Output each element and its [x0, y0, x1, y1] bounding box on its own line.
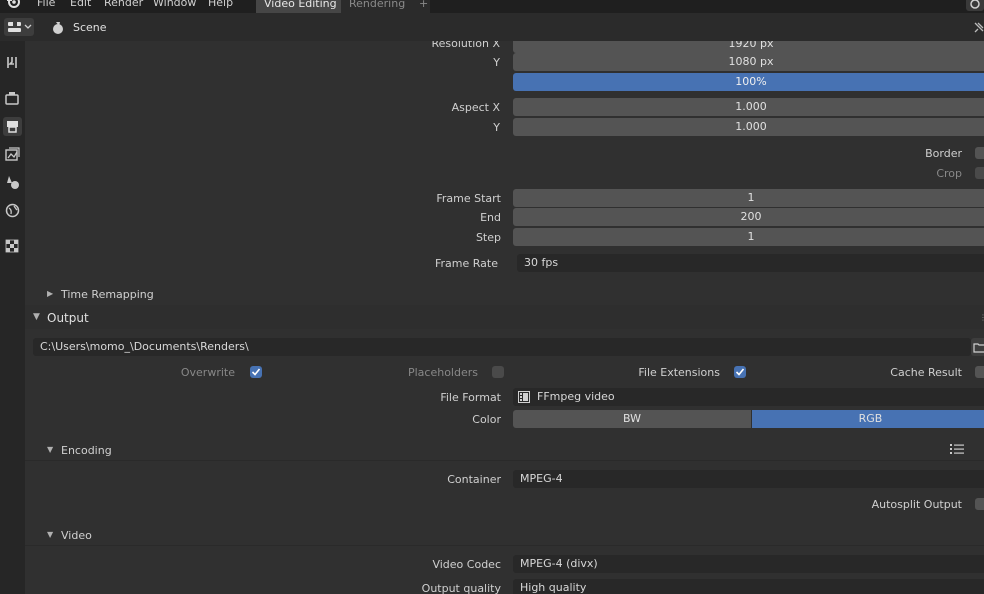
placeholders-checkbox[interactable]	[492, 366, 504, 378]
file-extensions-checkbox[interactable]	[734, 366, 746, 378]
frame-rate-value: 30 fps	[524, 256, 559, 269]
frame-start-label: Frame Start	[436, 192, 501, 205]
tool-tab-icon[interactable]	[3, 53, 22, 72]
presets-list-icon[interactable]	[949, 441, 965, 457]
video-expand-icon[interactable]: ▼	[47, 530, 53, 539]
aspect-y-field[interactable]: 1.000	[513, 118, 984, 136]
resolution-x-label: Resolution X	[431, 41, 500, 50]
menu-render[interactable]: Render	[104, 0, 143, 9]
overwrite-label: Overwrite	[180, 366, 235, 379]
border-label: Border	[925, 147, 962, 160]
container-value: MPEG-4	[520, 472, 563, 485]
output-tab-icon[interactable]	[3, 117, 22, 136]
encoding-expand-icon[interactable]: ▼	[47, 445, 53, 454]
scene-selector-icon[interactable]	[966, 0, 984, 11]
output-panel-header[interactable]: ▼ Output ⋮	[25, 305, 984, 329]
world-tab-icon[interactable]	[3, 201, 22, 220]
autosplit-checkbox[interactable]	[975, 498, 984, 510]
drag-handle-icon[interactable]: ⋮	[979, 313, 984, 322]
top-menu-bar: File Edit Render Window Help Video Editi…	[0, 0, 984, 13]
menu-window[interactable]: Window	[153, 0, 196, 9]
view-layer-tab-icon[interactable]	[3, 145, 22, 164]
color-rgb-button[interactable]: RGB	[752, 410, 984, 428]
video-codec-value: MPEG-4 (divx)	[520, 557, 598, 570]
tab-video-editing[interactable]: Video Editing	[256, 0, 345, 13]
video-header[interactable]: Video	[61, 529, 92, 542]
encoding-divider	[25, 460, 984, 461]
menu-help[interactable]: Help	[208, 0, 233, 9]
properties-editor-icon	[8, 22, 32, 32]
border-checkbox[interactable]	[975, 147, 984, 159]
scene-tab-icon[interactable]	[3, 173, 22, 192]
properties-header: Scene	[0, 13, 984, 41]
crop-label: Crop	[936, 167, 962, 180]
container-label: Container	[447, 473, 501, 486]
context-title: Scene	[73, 21, 107, 34]
file-format-value: FFmpeg video	[537, 390, 615, 403]
frame-end-field[interactable]: 200	[513, 208, 984, 226]
container-dropdown[interactable]: MPEG-4 ⌄	[513, 470, 984, 488]
pin-icon[interactable]	[972, 21, 984, 35]
crop-checkbox[interactable]	[975, 167, 984, 179]
editor-type-button[interactable]	[4, 18, 34, 36]
overwrite-checkbox[interactable]	[250, 366, 262, 378]
folder-icon[interactable]	[971, 338, 984, 356]
frame-end-label: End	[480, 211, 501, 224]
output-quality-value: High quality	[520, 581, 587, 594]
film-strip-icon	[518, 391, 530, 403]
aspect-x-label: Aspect X	[451, 101, 500, 114]
frame-rate-label: Frame Rate	[435, 257, 498, 270]
resolution-x-field[interactable]: 1920 px	[513, 41, 984, 53]
scene-icon	[50, 20, 66, 36]
output-panel-title: Output	[47, 311, 89, 325]
file-format-dropdown[interactable]: FFmpeg video ⌄	[513, 388, 984, 406]
texture-tab-icon[interactable]	[3, 237, 22, 256]
frame-step-field[interactable]: 1	[513, 228, 984, 246]
video-codec-dropdown[interactable]: MPEG-4 (divx) ⌄	[513, 555, 984, 573]
checkmark-icon	[251, 368, 261, 376]
tab-rendering[interactable]: Rendering	[341, 0, 414, 13]
file-format-label: File Format	[440, 391, 501, 404]
output-quality-dropdown[interactable]: High quality	[513, 579, 984, 594]
properties-panel: Resolution X 1920 px Y 1080 px % 100% As…	[25, 41, 984, 594]
output-path-field[interactable]: C:\Users\momo_\Documents\Renders\	[33, 338, 971, 356]
menu-edit[interactable]: Edit	[70, 0, 91, 9]
autosplit-label: Autosplit Output	[871, 498, 962, 511]
time-remapping-collapse-icon[interactable]: ▶	[47, 289, 53, 298]
aspect-x-field[interactable]: 1.000	[513, 98, 984, 116]
cache-result-label: Cache Result	[890, 366, 962, 379]
color-label: Color	[472, 413, 501, 426]
add-workspace-button[interactable]: +	[411, 0, 430, 13]
frame-rate-dropdown[interactable]: 30 fps ⌄	[517, 254, 984, 272]
placeholders-label: Placeholders	[407, 366, 478, 379]
checkmark-icon	[735, 368, 745, 376]
frame-step-label: Step	[475, 231, 501, 244]
resolution-percent-slider[interactable]: 100%	[513, 73, 984, 91]
output-expand-icon: ▼	[33, 312, 40, 322]
encoding-header[interactable]: Encoding	[61, 444, 112, 457]
blender-logo-icon[interactable]	[6, 0, 20, 9]
video-divider	[25, 545, 984, 546]
video-codec-label: Video Codec	[432, 558, 501, 571]
output-quality-label: Output quality	[421, 582, 501, 594]
menu-file[interactable]: File	[37, 0, 55, 9]
frame-start-field[interactable]: 1	[513, 189, 984, 207]
color-bw-button[interactable]: BW	[513, 410, 751, 428]
resolution-y-field[interactable]: 1080 px	[513, 53, 984, 71]
render-tab-icon[interactable]	[3, 89, 22, 108]
properties-tab-strip	[0, 41, 25, 594]
file-extensions-label: File Extensions	[638, 366, 720, 379]
resolution-y-label: Y	[493, 56, 500, 69]
time-remapping-header[interactable]: Time Remapping	[61, 288, 154, 301]
aspect-y-label: Y	[493, 121, 500, 134]
cache-result-checkbox[interactable]	[975, 366, 984, 378]
